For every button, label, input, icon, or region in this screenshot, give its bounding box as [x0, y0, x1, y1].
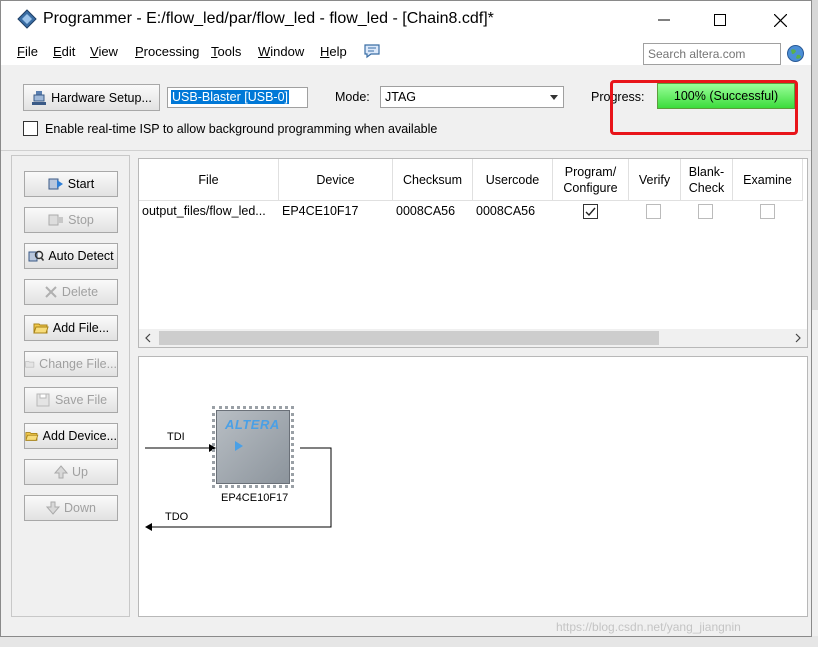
delete-button[interactable]: Delete — [24, 279, 118, 305]
menu-edit[interactable]: Edit — [53, 44, 75, 59]
hardware-toolbar: Hardware Setup... USB-Blaster [USB-0] Mo… — [1, 67, 811, 151]
close-button[interactable] — [757, 1, 803, 39]
save-icon — [36, 393, 50, 407]
start-button[interactable]: Start — [24, 171, 118, 197]
auto-detect-button[interactable]: Auto Detect — [24, 243, 118, 269]
window-title: Programmer - E:/flow_led/par/flow_led - … — [43, 10, 494, 27]
table-horizontal-scrollbar[interactable] — [139, 329, 807, 347]
background-window-bottom — [0, 636, 818, 647]
arrow-up-icon — [54, 465, 68, 479]
column-header-program-configure[interactable]: Program/ Configure — [553, 159, 629, 201]
program-configure-checkbox[interactable] — [583, 204, 598, 219]
menu-help[interactable]: Help — [320, 44, 347, 59]
row-device[interactable]: EP4CE10F17 — [282, 204, 358, 218]
stop-icon — [48, 214, 64, 226]
maximize-button[interactable] — [697, 1, 743, 39]
scroll-right-icon[interactable] — [794, 333, 802, 343]
altera-logo: ALTERA — [225, 417, 280, 432]
save-file-button[interactable]: Save File — [24, 387, 118, 413]
programmer-app-icon — [17, 9, 37, 29]
change-file-icon — [25, 361, 35, 368]
hardware-setup-button[interactable]: Hardware Setup... — [23, 84, 160, 111]
maximize-icon — [714, 14, 726, 26]
chip-device-name: EP4CE10F17 — [221, 492, 289, 504]
close-icon — [773, 13, 787, 27]
row-file[interactable]: output_files/flow_led... — [142, 204, 266, 218]
isp-checkbox[interactable] — [23, 121, 38, 136]
verify-checkbox[interactable] — [646, 204, 661, 219]
add-device-button[interactable]: Add Device... — [24, 423, 118, 449]
tdo-label: TDO — [165, 511, 189, 523]
auto-detect-icon — [28, 250, 45, 262]
help-chat-icon[interactable] — [363, 43, 381, 59]
mode-select[interactable]: JTAG — [380, 86, 564, 108]
programmer-window: Programmer - E:/flow_led/par/flow_led - … — [0, 0, 812, 637]
menu-window[interactable]: Window — [258, 44, 304, 59]
column-header-file[interactable]: File — [139, 159, 279, 201]
folder-open-icon — [33, 323, 49, 334]
add-device-icon — [25, 432, 39, 441]
mode-label: Mode: — [335, 90, 370, 104]
row-usercode: 0008CA56 — [476, 204, 536, 218]
minimize-button[interactable] — [641, 1, 687, 39]
up-button[interactable]: Up — [24, 459, 118, 485]
play-marker-icon — [235, 441, 243, 451]
column-header-device[interactable]: Device — [279, 159, 393, 201]
menu-view[interactable]: View — [90, 44, 118, 59]
hardware-name-field[interactable]: USB-Blaster [USB-0] — [167, 87, 308, 108]
stop-button[interactable]: Stop — [24, 207, 118, 233]
progress-label: Progress: — [591, 90, 645, 104]
title-bar: Programmer - E:/flow_led/par/flow_led - … — [1, 1, 811, 39]
scrollbar-thumb[interactable] — [159, 331, 659, 345]
down-button[interactable]: Down — [24, 495, 118, 521]
column-header-examine[interactable]: Examine — [733, 159, 803, 201]
checkmark-icon — [585, 207, 596, 217]
change-file-button[interactable]: Change File... — [24, 351, 118, 377]
tdi-label: TDI — [167, 431, 185, 443]
hardware-setup-icon — [32, 90, 47, 105]
add-file-button[interactable]: Add File... — [24, 315, 118, 341]
scroll-left-icon[interactable] — [144, 333, 152, 343]
isp-label: Enable real-time ISP to allow background… — [45, 122, 438, 136]
row-checksum: 0008CA56 — [396, 204, 456, 218]
programming-file-table: File Device Checksum Usercode Program/ C… — [138, 158, 808, 348]
fpga-device-chip[interactable]: ALTERA — [216, 410, 290, 484]
menu-tools[interactable]: Tools — [211, 44, 241, 59]
examine-checkbox[interactable] — [760, 204, 775, 219]
column-header-checksum[interactable]: Checksum — [393, 159, 473, 201]
column-header-usercode[interactable]: Usercode — [473, 159, 553, 201]
blank-check-checkbox[interactable] — [698, 204, 713, 219]
menu-file[interactable]: File — [17, 44, 38, 59]
minimize-icon — [658, 19, 670, 21]
delete-icon — [45, 286, 57, 298]
jtag-chain-panel: TDI TDO ALTERA EP4CE10F17 — [138, 356, 808, 617]
menu-processing[interactable]: Processing — [135, 44, 199, 59]
column-header-blank-check[interactable]: Blank- Check — [681, 159, 733, 201]
watermark: https://blog.csdn.net/yang_jiangnin — [556, 620, 741, 634]
column-header-verify[interactable]: Verify — [629, 159, 681, 201]
globe-icon[interactable] — [787, 45, 804, 62]
chevron-down-icon — [550, 95, 558, 100]
progress-bar: 100% (Successful) — [657, 83, 795, 109]
action-button-panel: Start Stop Auto Detect Delete Add File..… — [11, 155, 130, 617]
arrow-down-icon — [46, 501, 61, 515]
search-input[interactable] — [643, 43, 781, 65]
start-icon — [48, 178, 63, 190]
